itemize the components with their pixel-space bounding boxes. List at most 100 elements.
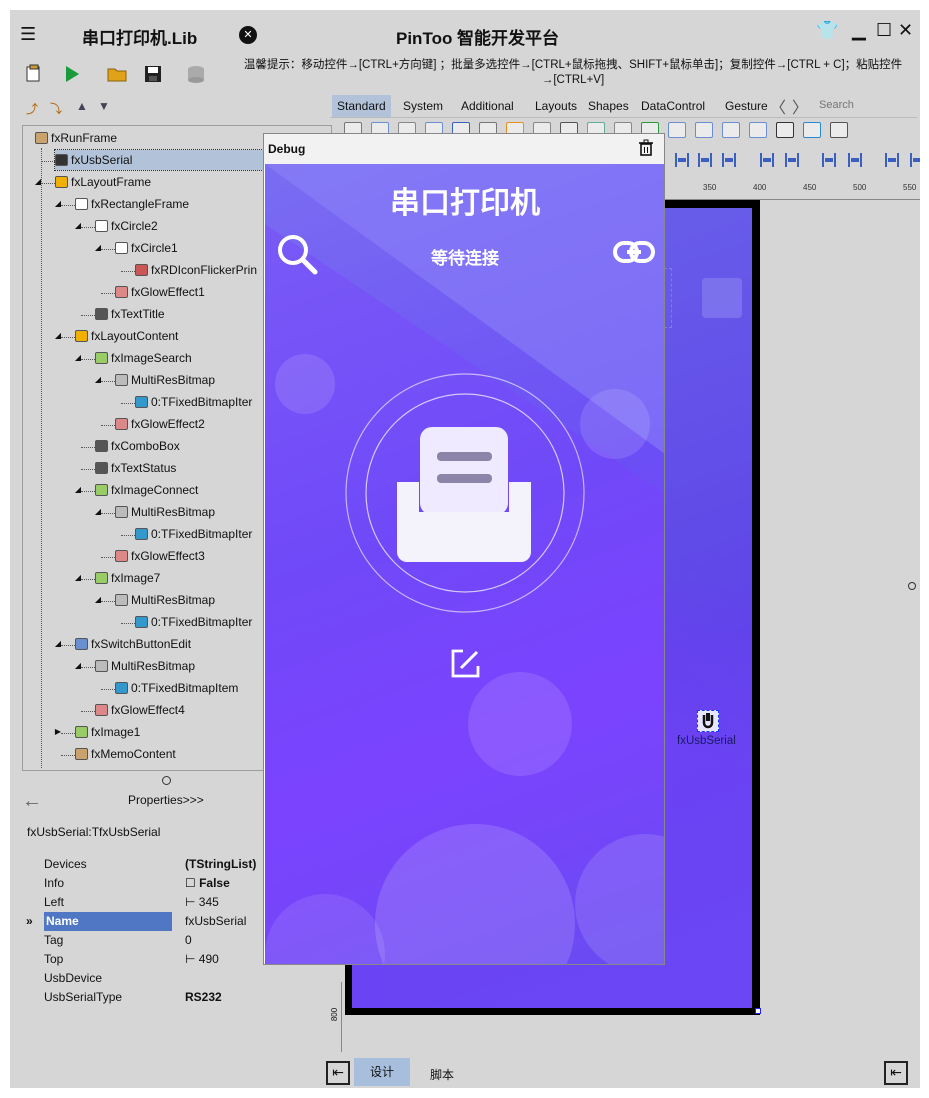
tree-node[interactable]: fxTextStatus xyxy=(95,458,176,478)
open-folder-icon[interactable] xyxy=(106,64,128,84)
palette-component-icon[interactable] xyxy=(722,122,740,138)
property-value[interactable]: 0 xyxy=(185,931,192,950)
tree-expander-icon[interactable]: ◢ xyxy=(53,639,63,648)
tree-expander-icon[interactable]: ◢ xyxy=(73,485,83,494)
property-value[interactable]: ☐ False xyxy=(185,874,230,893)
tree-expander-icon[interactable]: ◢ xyxy=(53,331,63,340)
connect-link-icon[interactable] xyxy=(613,238,657,271)
align-tool-icon[interactable] xyxy=(698,153,712,167)
align-tool-icon[interactable] xyxy=(785,153,799,167)
tree-node[interactable]: fxSwitchButtonEdit xyxy=(75,634,191,654)
trash-icon[interactable] xyxy=(638,139,654,160)
palette-search-input[interactable]: Search xyxy=(815,96,915,114)
tree-add-icon[interactable]: ⤴ xyxy=(26,100,38,117)
tree-expander-icon[interactable]: ▶ xyxy=(53,727,63,736)
property-value[interactable]: (TStringList) xyxy=(185,855,256,874)
palette-tab[interactable]: Additional xyxy=(456,95,519,117)
design-tab[interactable]: 设计 xyxy=(354,1058,410,1086)
tree-expander-icon[interactable]: ◢ xyxy=(73,221,83,230)
maximize-icon[interactable]: ☐ xyxy=(876,20,892,41)
tree-expander-icon[interactable]: ◢ xyxy=(53,199,63,208)
palette-component-icon[interactable] xyxy=(668,122,686,138)
tree-node[interactable]: MultiResBitmap xyxy=(95,656,195,676)
tree-node[interactable]: fxGlowEffect4 xyxy=(95,700,185,720)
close-document-icon[interactable]: ✕ xyxy=(239,26,257,44)
new-file-icon[interactable] xyxy=(24,64,46,84)
tree-node[interactable]: MultiResBitmap xyxy=(115,502,215,522)
align-tool-icon[interactable] xyxy=(885,153,899,167)
palette-component-icon[interactable] xyxy=(776,122,794,138)
edit-icon[interactable] xyxy=(449,648,481,683)
script-tab[interactable]: 脚本 xyxy=(430,1066,454,1083)
tree-node[interactable]: fxCircle1 xyxy=(115,238,178,258)
tree-expander-icon[interactable]: ◢ xyxy=(73,573,83,582)
align-tool-icon[interactable] xyxy=(822,153,836,167)
save-icon[interactable] xyxy=(143,64,165,84)
move-down-icon[interactable]: ▼ xyxy=(98,99,110,113)
property-value[interactable]: ⊢ 345 xyxy=(185,893,219,912)
tabs-scroll-left-icon[interactable]: 〈 xyxy=(770,94,786,118)
tree-node[interactable]: MultiResBitmap xyxy=(115,590,215,610)
property-value[interactable]: RS232 xyxy=(185,988,222,1007)
property-value[interactable]: fxUsbSerial xyxy=(185,912,246,931)
tree-expander-icon[interactable]: ◢ xyxy=(93,243,103,252)
properties-header[interactable]: Properties>>> xyxy=(128,793,204,807)
align-tool-icon[interactable] xyxy=(910,153,920,167)
align-tool-icon[interactable] xyxy=(722,153,736,167)
tree-node[interactable]: fxCircle2 xyxy=(95,216,158,236)
align-tool-icon[interactable] xyxy=(848,153,862,167)
right-splitter-handle[interactable] xyxy=(908,582,916,590)
palette-component-icon[interactable] xyxy=(695,122,713,138)
tree-node[interactable]: fxRectangleFrame xyxy=(75,194,189,214)
tree-node[interactable]: fxImage7 xyxy=(95,568,160,588)
palette-component-icon[interactable] xyxy=(749,122,767,138)
palette-tab[interactable]: Standard xyxy=(332,95,391,117)
move-up-icon[interactable]: ▲ xyxy=(76,99,88,113)
run-play-icon[interactable] xyxy=(62,64,84,84)
tree-node[interactable]: MultiResBitmap xyxy=(115,370,215,390)
property-row[interactable]: UsbSerialType RS232 xyxy=(32,988,322,1007)
property-value[interactable]: ⊢ 490 xyxy=(185,950,219,969)
tree-expander-icon[interactable]: ◢ xyxy=(93,507,103,516)
align-tool-icon[interactable] xyxy=(760,153,774,167)
align-tool-icon[interactable] xyxy=(675,153,689,167)
collapse-left-icon[interactable]: ⇤ xyxy=(326,1061,350,1085)
tree-expander-icon[interactable]: ◢ xyxy=(93,595,103,604)
minimize-icon[interactable]: ▁ xyxy=(852,20,866,41)
tree-node[interactable]: fxComboBox xyxy=(95,436,180,456)
palette-tab[interactable]: Shapes xyxy=(583,95,634,117)
palette-tab[interactable]: Layouts xyxy=(530,95,582,117)
collapse-right-icon[interactable]: ⇤ xyxy=(884,1061,908,1085)
tree-node[interactable]: fxRDIconFlickerPrin xyxy=(135,260,257,280)
tree-expander-icon[interactable]: ◢ xyxy=(93,375,103,384)
splitter-handle[interactable] xyxy=(162,776,171,785)
usb-serial-component-icon[interactable] xyxy=(697,710,719,732)
back-arrow-icon[interactable]: ← xyxy=(22,790,42,813)
tree-node[interactable]: 0:TFixedBitmapIter xyxy=(135,524,252,544)
palette-component-icon[interactable] xyxy=(830,122,848,138)
tree-node[interactable]: fxRunFrame xyxy=(35,128,117,148)
tabs-scroll-right-icon[interactable]: 〉 xyxy=(792,94,808,118)
property-row[interactable]: UsbDevice xyxy=(32,969,322,988)
tree-node[interactable]: fxTextTitle xyxy=(95,304,165,324)
resize-handle[interactable] xyxy=(755,1008,761,1014)
tree-node[interactable]: 0:TFixedBitmapIter xyxy=(135,392,252,412)
tree-node[interactable]: fxGlowEffect2 xyxy=(115,414,205,434)
palette-tab[interactable]: DataControl xyxy=(636,95,710,117)
tree-node[interactable]: fxGlowEffect3 xyxy=(115,546,205,566)
database-icon[interactable] xyxy=(186,64,208,84)
close-window-icon[interactable]: ✕ xyxy=(898,20,913,41)
palette-component-icon[interactable] xyxy=(803,122,821,138)
tree-node[interactable]: fxGlowEffect1 xyxy=(115,282,205,302)
tree-node[interactable]: 0:TFixedBitmapItem xyxy=(115,678,238,698)
tree-node[interactable]: fxLayoutContent xyxy=(75,326,178,346)
palette-tab[interactable]: Gesture xyxy=(720,95,773,117)
theme-shirt-icon[interactable]: 👕 xyxy=(816,20,838,41)
tree-expander-icon[interactable]: ◢ xyxy=(73,661,83,670)
printer-icon[interactable] xyxy=(395,422,535,570)
tree-node[interactable]: 0:TFixedBitmapIter xyxy=(135,612,252,632)
tree-node[interactable]: fxImageConnect xyxy=(95,480,198,500)
palette-tab[interactable]: System xyxy=(398,95,448,117)
tree-node[interactable]: fxImageSearch xyxy=(95,348,192,368)
tree-expander-icon[interactable]: ◢ xyxy=(73,353,83,362)
